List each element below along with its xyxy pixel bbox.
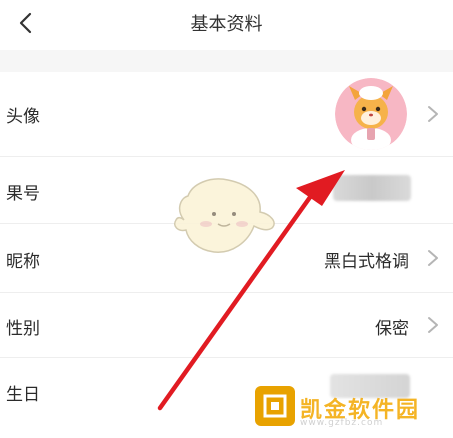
guohao-value-redacted [333, 175, 411, 201]
watermark-subtext: www.gzfbz.com [300, 418, 384, 428]
row-gender[interactable]: 性别 保密 [0, 293, 453, 358]
section-gap [0, 50, 453, 72]
row-label-gender: 性别 [6, 319, 40, 339]
avatar[interactable] [335, 78, 407, 150]
nickname-value: 黑白式格调 [324, 252, 409, 272]
chevron-right-icon [428, 317, 438, 333]
row-label-guohao: 果号 [6, 184, 40, 204]
row-avatar[interactable]: 头像 [0, 72, 453, 157]
row-label-nickname: 昵称 [6, 252, 40, 272]
page-title: 基本资料 [190, 14, 263, 35]
chevron-right-icon [428, 106, 438, 122]
avatar-character-image [335, 78, 407, 150]
chevron-right-icon [428, 250, 438, 266]
gender-value: 保密 [375, 319, 409, 339]
row-label-avatar: 头像 [6, 107, 40, 127]
row-label-birthday: 生日 [6, 385, 40, 405]
top-bar: 基本资料 [0, 0, 453, 51]
watermark-logo-icon [263, 394, 287, 418]
mascot-image [174, 178, 275, 253]
watermark-logo [255, 386, 295, 426]
